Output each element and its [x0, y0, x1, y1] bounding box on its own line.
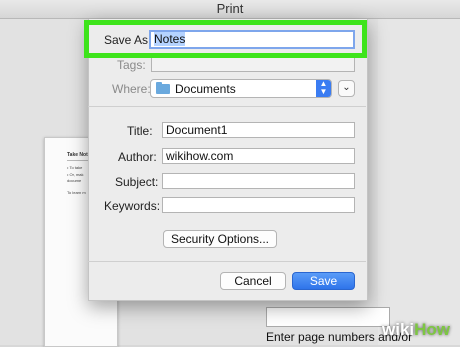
watermark-wiki: wiki	[382, 320, 415, 339]
watermark-how: How	[414, 320, 451, 339]
print-options-pane	[378, 19, 460, 345]
save-as-highlight	[84, 20, 367, 58]
cancel-button[interactable]: Cancel	[220, 272, 286, 290]
page-range-input[interactable]	[266, 307, 390, 327]
updown-arrows-icon: ▲ ▼	[316, 80, 331, 97]
title-label: Title:	[127, 124, 153, 138]
preview-line: • Or, mak	[67, 172, 84, 177]
wikihow-watermark: wikiHow	[382, 320, 450, 340]
where-value: Documents	[175, 82, 236, 96]
title-input[interactable]: Document1	[162, 122, 355, 138]
author-label: Author:	[118, 150, 157, 164]
keywords-input[interactable]	[162, 197, 355, 213]
tags-input[interactable]	[151, 56, 355, 72]
author-input[interactable]: wikihow.com	[162, 148, 355, 164]
window-title: Print	[216, 1, 244, 16]
save-button[interactable]: Save	[292, 272, 355, 290]
tags-label: Tags:	[117, 58, 146, 72]
where-label: Where:	[112, 82, 151, 96]
folder-icon	[156, 82, 170, 94]
divider	[88, 106, 366, 107]
where-select[interactable]: Documents ▲ ▼	[150, 79, 332, 98]
security-options-button[interactable]: Security Options...	[163, 230, 277, 248]
preview-title: Take Not	[67, 152, 88, 158]
expand-button[interactable]: ⌄	[338, 80, 355, 97]
divider	[88, 261, 366, 262]
preview-line: docume	[67, 178, 82, 183]
subject-input[interactable]	[162, 173, 355, 189]
preview-line: To learn m	[67, 190, 86, 195]
preview-line: • To take	[67, 165, 83, 170]
keywords-label: Keywords:	[104, 199, 161, 213]
window-titlebar: Print	[0, 0, 460, 19]
chevron-down-icon: ⌄	[342, 82, 351, 93]
subject-label: Subject:	[115, 175, 159, 189]
